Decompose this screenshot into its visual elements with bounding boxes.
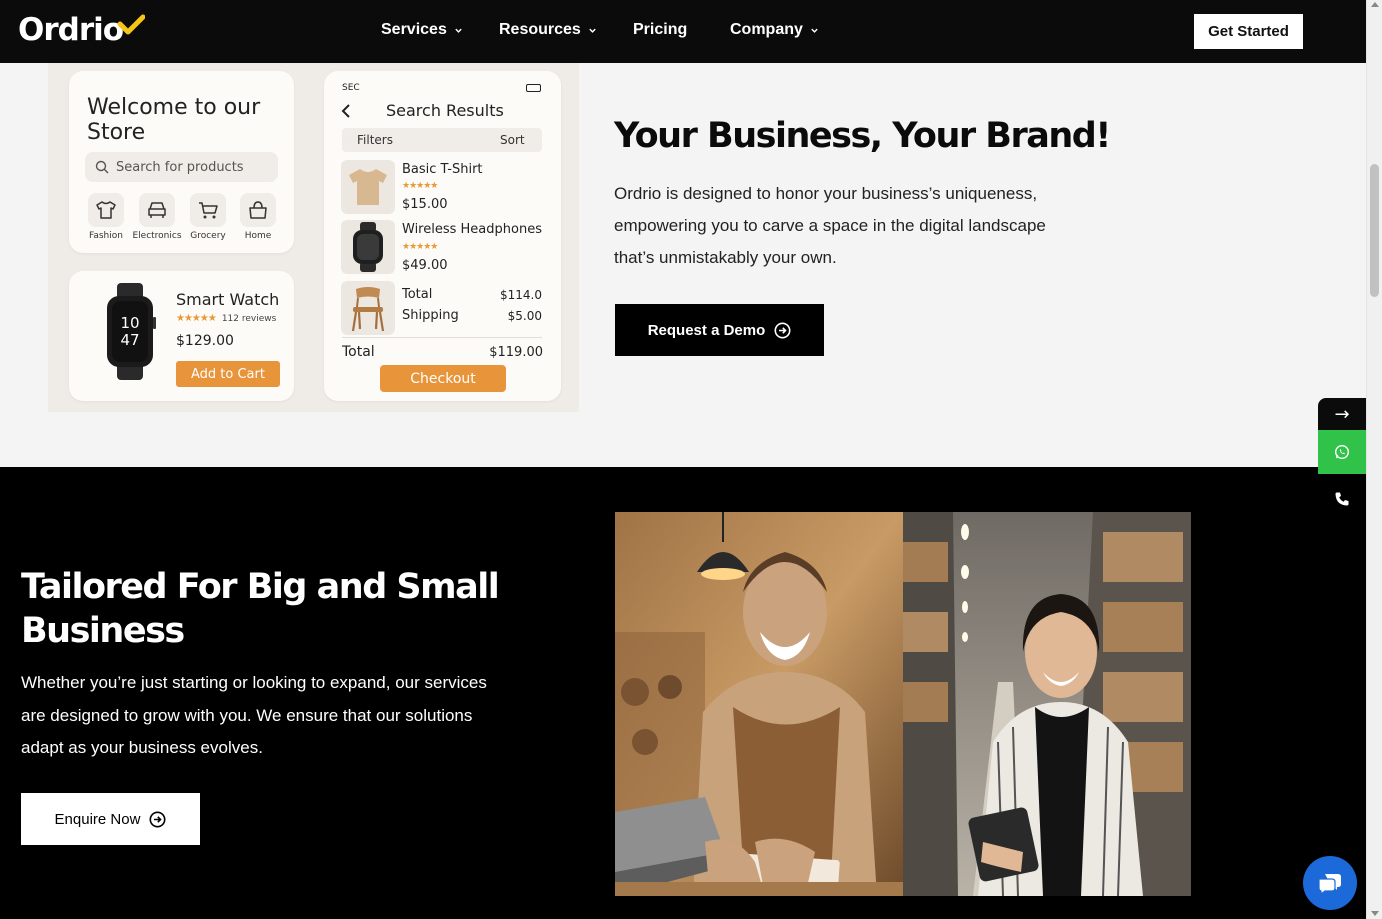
shipping-value: $5.00	[507, 309, 542, 323]
category-grocery: Grocery	[188, 193, 228, 241]
nav-resources-label: Resources	[499, 21, 581, 38]
rating-stars-icon: ★★★★★	[176, 313, 217, 324]
store-search-placeholder: Search for products	[116, 159, 244, 175]
tailored-description: Whether you’re just starting or looking …	[21, 673, 487, 757]
site-header: Ordrio Services Resources Pricing Compan…	[0, 0, 1366, 63]
nav-company-label: Company	[730, 21, 803, 38]
chevron-down-icon	[589, 28, 596, 33]
enquire-now-button[interactable]: Enquire Now	[21, 793, 200, 845]
category-fashion: Fashion	[86, 193, 126, 241]
car-icon	[139, 193, 175, 227]
shipping-label: Shipping	[402, 308, 459, 323]
product-name: Smart Watch	[176, 290, 280, 309]
brand-description: Ordrio is designed to honor your busines…	[614, 184, 1046, 267]
category-label: Home	[244, 231, 272, 241]
watch-hours: 10	[120, 314, 139, 332]
scrollbar-thumb[interactable]	[1370, 164, 1379, 297]
enquire-now-label: Enquire Now	[54, 810, 141, 828]
search-icon	[95, 160, 109, 174]
result-item-name: Basic T-Shirt	[402, 162, 483, 177]
rating-stars-icon: ★★★★★	[402, 242, 438, 252]
result-item-name: Wireless Headphones	[402, 222, 542, 237]
divider	[342, 337, 542, 338]
request-demo-label: Request a Demo	[647, 321, 766, 339]
chevron-down-icon	[811, 28, 818, 33]
checkout-button: Checkout	[380, 365, 506, 392]
subtotal-value: $114.0	[500, 288, 542, 302]
scroll-up-arrow-icon[interactable]	[1371, 2, 1379, 7]
smart-watch-image: 10 47	[107, 283, 156, 380]
rating-stars-icon: ★★★★★	[402, 181, 438, 191]
nav-pricing-label: Pricing	[633, 21, 688, 38]
headphones-image	[341, 220, 395, 274]
add-to-cart-button: Add to Cart	[176, 361, 280, 387]
warehouse-woman-photo	[903, 512, 1191, 896]
watch-minutes: 47	[120, 331, 139, 349]
store-search-box: Search for products	[85, 152, 278, 182]
status-bar-text: SEC	[342, 83, 360, 93]
nav-company[interactable]: Company	[730, 21, 819, 39]
live-chat-button[interactable]	[1303, 856, 1357, 910]
tailored-heading: Tailored For Big and Small Business	[21, 567, 500, 651]
page-scrollbar[interactable]	[1366, 0, 1382, 919]
nav-services-label: Services	[381, 21, 447, 38]
arrow-circle-right-icon	[774, 322, 791, 338]
phone-button[interactable]	[1318, 478, 1366, 520]
side-toggle-button[interactable]: →	[1318, 398, 1366, 430]
product-rating: ★★★★★ 112 reviews	[176, 313, 276, 324]
cart-icon	[190, 193, 226, 227]
total-value: $119.00	[489, 345, 543, 360]
request-demo-button[interactable]: Request a Demo	[615, 304, 824, 356]
logo-check-icon	[117, 14, 145, 35]
phone-icon	[1335, 492, 1349, 506]
category-home: Home	[238, 193, 278, 241]
whatsapp-icon	[1334, 444, 1350, 460]
total-label: Total	[342, 344, 375, 360]
product-price: $129.00	[176, 333, 234, 349]
tshirt-image	[341, 160, 395, 214]
store-welcome-title: Welcome to our Store	[87, 95, 261, 145]
sort-label: Sort	[500, 133, 525, 147]
search-results-title: Search Results	[386, 101, 504, 120]
filters-label: Filters	[357, 133, 393, 147]
category-electronics: Electronics	[132, 193, 182, 241]
chat-icon	[1318, 874, 1341, 895]
logo[interactable]: Ordrio	[18, 12, 124, 48]
subtotal-label: Total	[402, 287, 433, 302]
product-reviews: 112 reviews	[221, 313, 277, 324]
whatsapp-button[interactable]	[1318, 430, 1366, 474]
chair-image	[341, 281, 395, 335]
scroll-down-arrow-icon[interactable]	[1371, 911, 1379, 916]
nav-services[interactable]: Services	[381, 21, 463, 39]
brand-heading: Your Business, Your Brand!	[614, 116, 1111, 156]
bag-icon	[240, 193, 276, 227]
filters-bar: Filters Sort	[342, 128, 542, 152]
arrow-circle-right-icon	[149, 811, 166, 827]
shop-owner-photo	[615, 512, 903, 896]
get-started-button[interactable]: Get Started	[1194, 14, 1303, 49]
nav-resources[interactable]: Resources	[499, 21, 597, 39]
result-item-price: $15.00	[402, 197, 448, 212]
nav-pricing[interactable]: Pricing	[633, 21, 687, 39]
result-item-price: $49.00	[402, 258, 448, 273]
chevron-down-icon	[455, 28, 462, 33]
arrow-right-icon: →	[1334, 403, 1350, 425]
back-arrow-icon	[341, 104, 350, 118]
battery-icon	[526, 84, 541, 92]
shirt-icon	[88, 193, 124, 227]
